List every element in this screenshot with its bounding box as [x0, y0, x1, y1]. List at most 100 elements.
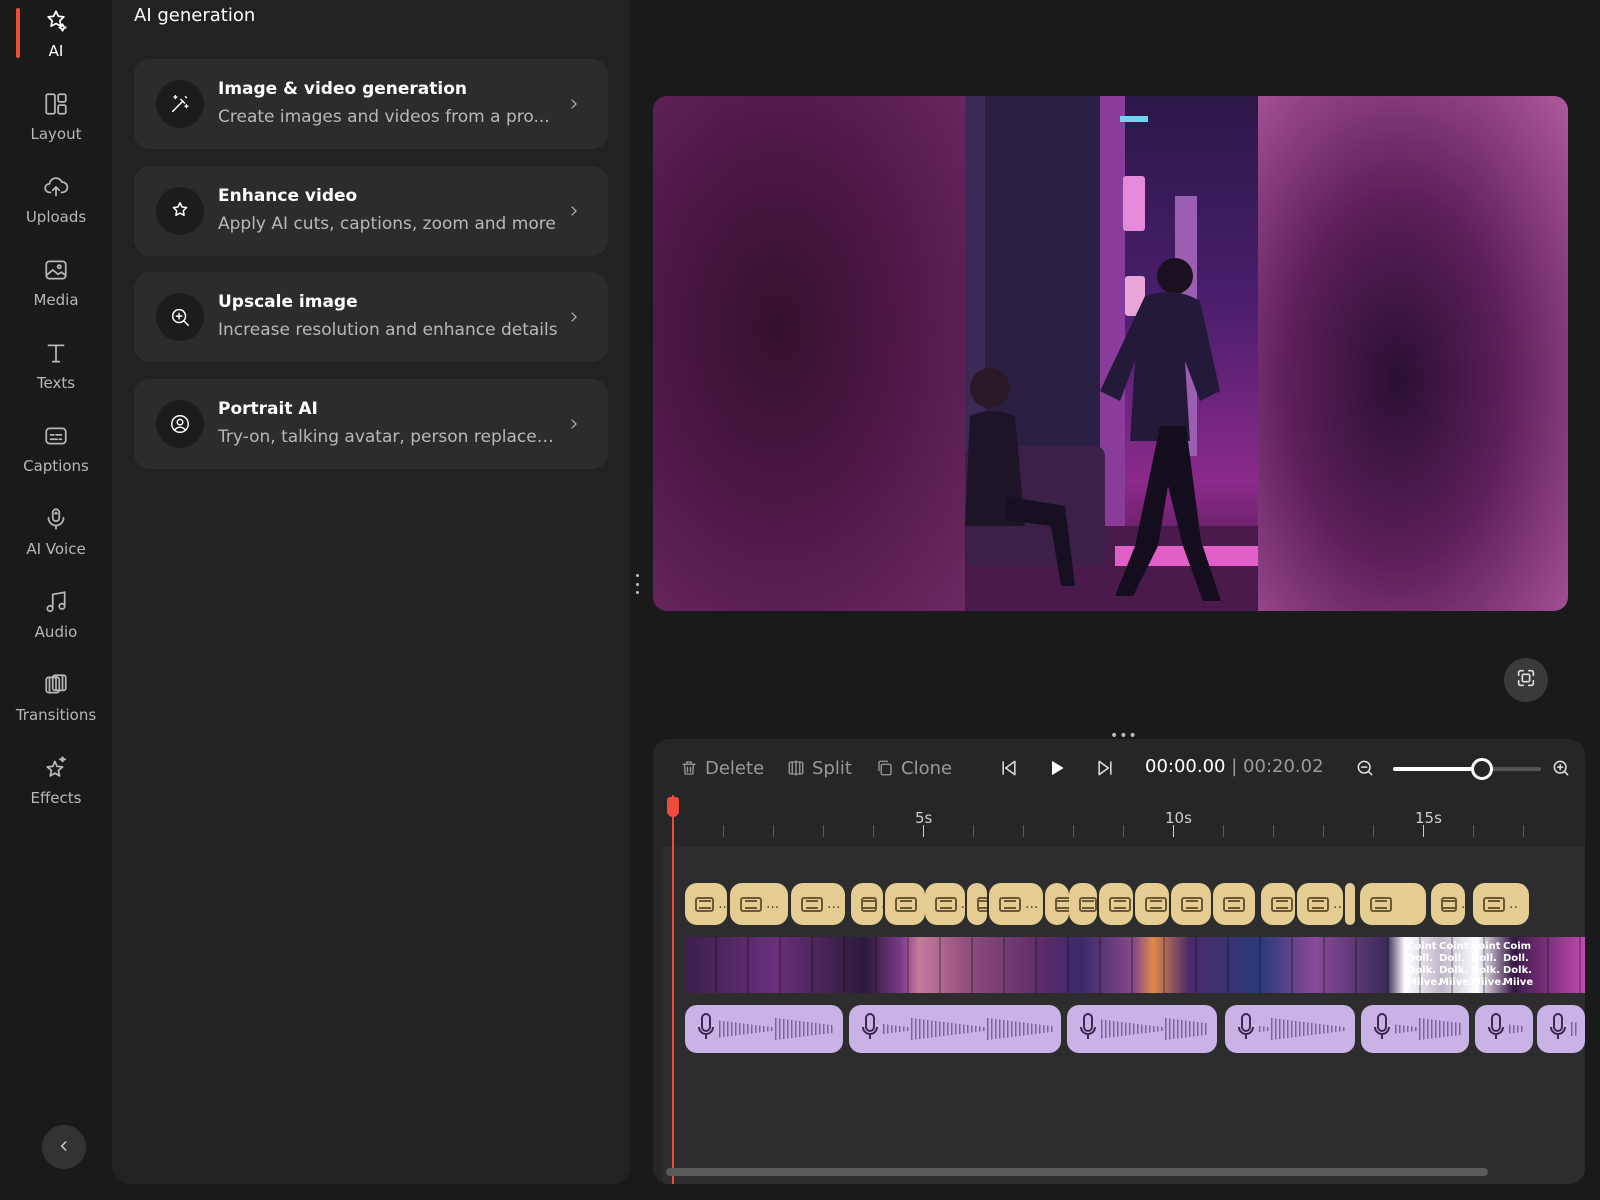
- effects-icon: [41, 753, 71, 783]
- card-image-video-generation[interactable]: Image & video generation Create images a…: [134, 59, 608, 149]
- caption-clip[interactable]: [967, 883, 987, 925]
- fit-screen-icon: [1515, 667, 1537, 693]
- sidebar-item-effects[interactable]: Effects: [0, 747, 112, 823]
- delete-button[interactable]: Delete: [679, 755, 764, 781]
- video-frame-divider: [1355, 937, 1357, 993]
- zoom-slider[interactable]: [1393, 758, 1541, 780]
- caption-clip[interactable]: [1171, 883, 1211, 925]
- sidebar-item-layout[interactable]: Layout: [0, 83, 112, 159]
- playhead-line[interactable]: [672, 795, 674, 1184]
- media-icon: [41, 255, 71, 285]
- caption-clip[interactable]: [1213, 883, 1255, 925]
- skip-back-button[interactable]: [999, 755, 1019, 781]
- caption-clip-label: ...: [827, 896, 841, 912]
- sidebar-item-texts[interactable]: Texts: [0, 332, 112, 408]
- caption-clip[interactable]: ..: [1297, 883, 1343, 925]
- caption-clip[interactable]: ..: [1473, 883, 1529, 925]
- waveform: [1374, 1013, 1461, 1040]
- fit-to-screen-button[interactable]: [1504, 658, 1548, 702]
- layout-icon: [41, 89, 71, 119]
- playhead-handle[interactable]: [667, 797, 679, 817]
- caption-clip-icon: [695, 896, 715, 912]
- caption-clip[interactable]: [1360, 883, 1426, 925]
- skip-forward-button[interactable]: [1095, 755, 1115, 781]
- card-title: Upscale image: [218, 292, 358, 312]
- caption-clip[interactable]: [1045, 883, 1069, 925]
- waveform: [1080, 1013, 1207, 1040]
- ruler-label: 10s: [1165, 809, 1192, 827]
- sidebar-item-transitions[interactable]: Transitions: [0, 664, 112, 740]
- caption-clip-icon: [1441, 896, 1457, 912]
- audio-clip[interactable]: [849, 1005, 1061, 1053]
- timecode-readout: 00:00.00 | 00:20.02: [1145, 756, 1324, 777]
- sidebar-item-label: Effects: [30, 789, 82, 807]
- caption-clip[interactable]: ...: [1431, 883, 1465, 925]
- clone-button[interactable]: Clone: [875, 755, 952, 781]
- sidebar-item-label: Media: [33, 291, 79, 309]
- caption-clip[interactable]: C...: [1345, 883, 1355, 925]
- card-description: Try-on, talking avatar, person replace .…: [218, 427, 558, 447]
- zoom-slider-knob[interactable]: [1470, 758, 1493, 780]
- video-frame-divider: [1579, 937, 1581, 993]
- time-ruler[interactable]: 5s 10s 15s: [663, 797, 1585, 843]
- card-upscale-image[interactable]: Upscale image Increase resolution and en…: [134, 272, 608, 362]
- ruler-tick: [1523, 825, 1524, 837]
- zoom-slider-fill: [1393, 767, 1482, 771]
- video-frame-divider: [907, 937, 909, 993]
- video-frame-divider: [843, 937, 845, 993]
- audio-clip[interactable]: [685, 1005, 843, 1053]
- video-track-clip[interactable]: Coint Doll. Dolk. Miive. Coint Doll. Dolk…: [685, 937, 1585, 993]
- timeline-horizontal-scrollbar[interactable]: [666, 1168, 1488, 1176]
- sidebar-item-ai[interactable]: AI: [0, 0, 112, 76]
- audio-clip[interactable]: [1475, 1005, 1533, 1053]
- sidebar-item-media[interactable]: Media: [0, 249, 112, 325]
- zoom-in-button[interactable]: [1551, 755, 1571, 781]
- clone-label: Clone: [901, 757, 953, 779]
- ruler-tick: [1323, 825, 1324, 837]
- card-description: Increase resolution and enhance details: [218, 320, 558, 340]
- sidebar-item-captions[interactable]: Captions: [0, 415, 112, 491]
- audio-clip[interactable]: [1537, 1005, 1585, 1053]
- waveform: [1488, 1013, 1523, 1039]
- caption-clip[interactable]: ...: [791, 883, 845, 925]
- caption-clip[interactable]: ...: [989, 883, 1043, 925]
- video-frame-caption: Coim Doll. Dolk. Miive: [1503, 941, 1534, 988]
- timeline-panel: Delete Split Clone 00:00.00 | 00:20.02 5…: [653, 739, 1585, 1184]
- collapse-sidebar-button[interactable]: [42, 1125, 86, 1169]
- video-preview[interactable]: [653, 96, 1568, 611]
- caption-clip[interactable]: [1099, 883, 1133, 925]
- sidebar-item-label: Captions: [23, 457, 89, 475]
- panel-resize-handle[interactable]: [634, 574, 640, 594]
- delete-label: Delete: [705, 757, 765, 779]
- caption-clip[interactable]: ...: [730, 883, 788, 925]
- card-portrait-ai[interactable]: Portrait AI Try-on, talking avatar, pers…: [134, 379, 608, 469]
- caption-clip-icon: [1145, 896, 1167, 912]
- ruler-tick: [823, 825, 824, 837]
- caption-clip[interactable]: ..: [685, 883, 727, 925]
- video-frame-divider: [1195, 937, 1197, 993]
- audio-clip[interactable]: [1361, 1005, 1469, 1053]
- play-button[interactable]: [1047, 755, 1067, 781]
- preview-scene-image: [965, 96, 1258, 611]
- caption-clip[interactable]: ..: [851, 883, 883, 925]
- ruler-tick: [1223, 825, 1224, 837]
- zoom-out-button[interactable]: [1355, 755, 1375, 781]
- caption-clip[interactable]: .: [925, 883, 965, 925]
- ai-generation-panel: AI generation Image & video generation C…: [112, 0, 630, 1184]
- caption-clip[interactable]: [1261, 883, 1295, 925]
- sidebar-item-ai-voice[interactable]: AI Voice: [0, 498, 112, 574]
- caption-clip-icon: [1223, 896, 1245, 912]
- card-enhance-video[interactable]: Enhance video Apply AI cuts, captions, z…: [134, 166, 608, 256]
- caption-clip-icon: [895, 896, 917, 912]
- audio-clip[interactable]: [1067, 1005, 1217, 1053]
- panel-title: AI generation: [134, 5, 256, 26]
- caption-clip[interactable]: [1069, 883, 1097, 925]
- sidebar-item-uploads[interactable]: Uploads: [0, 166, 112, 242]
- split-button[interactable]: Split: [786, 755, 852, 781]
- video-frame-divider: [1387, 937, 1389, 993]
- trash-icon: [679, 758, 699, 778]
- caption-clip[interactable]: [885, 883, 925, 925]
- audio-clip[interactable]: [1225, 1005, 1355, 1053]
- sidebar-item-audio[interactable]: Audio: [0, 581, 112, 657]
- caption-clip[interactable]: [1135, 883, 1169, 925]
